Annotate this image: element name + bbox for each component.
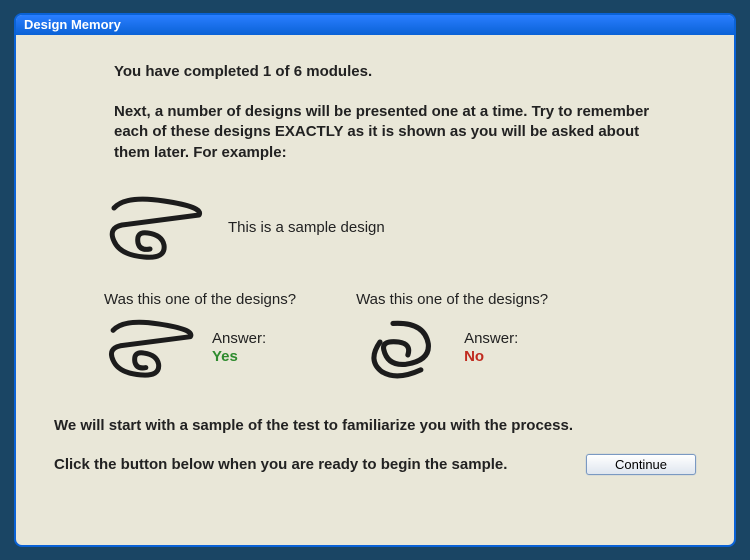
- instructions-text: Next, a number of designs will be presen…: [114, 102, 676, 163]
- qa-left-answer-label: Answer:: [212, 330, 266, 347]
- sample-design-icon: [104, 193, 214, 263]
- qa-right-question: Was this one of the designs?: [356, 291, 548, 308]
- sample-design-label: This is a sample design: [228, 219, 385, 236]
- sample-design-row: This is a sample design: [104, 193, 696, 263]
- app-window: Design Memory You have completed 1 of 6 …: [14, 13, 736, 547]
- qa-right-answer-label: Answer:: [464, 330, 518, 347]
- qa-right-body: Answer: No: [356, 316, 548, 381]
- qa-left-answer: Yes: [212, 348, 266, 365]
- qa-left-design-icon: [104, 316, 204, 381]
- footer-line2: Click the button below when you are read…: [54, 456, 507, 473]
- qa-row: Was this one of the designs? Answer: Yes…: [104, 291, 696, 381]
- titlebar: Design Memory: [16, 15, 734, 35]
- qa-left-body: Answer: Yes: [104, 316, 296, 381]
- progress-text: You have completed 1 of 6 modules.: [114, 63, 696, 80]
- qa-right-text: Answer: No: [464, 316, 518, 365]
- footer-line1: We will start with a sample of the test …: [54, 417, 696, 434]
- continue-button[interactable]: Continue: [586, 454, 696, 475]
- qa-left-text: Answer: Yes: [212, 316, 266, 365]
- qa-left: Was this one of the designs? Answer: Yes: [104, 291, 296, 381]
- qa-right-design-icon: [356, 316, 456, 381]
- content-area: You have completed 1 of 6 modules. Next,…: [16, 35, 734, 489]
- bottom-row: Click the button below when you are read…: [54, 454, 696, 475]
- qa-right: Was this one of the designs? Answer: No: [356, 291, 548, 381]
- qa-left-question: Was this one of the designs?: [104, 291, 296, 308]
- qa-right-answer: No: [464, 348, 518, 365]
- window-title: Design Memory: [24, 17, 121, 32]
